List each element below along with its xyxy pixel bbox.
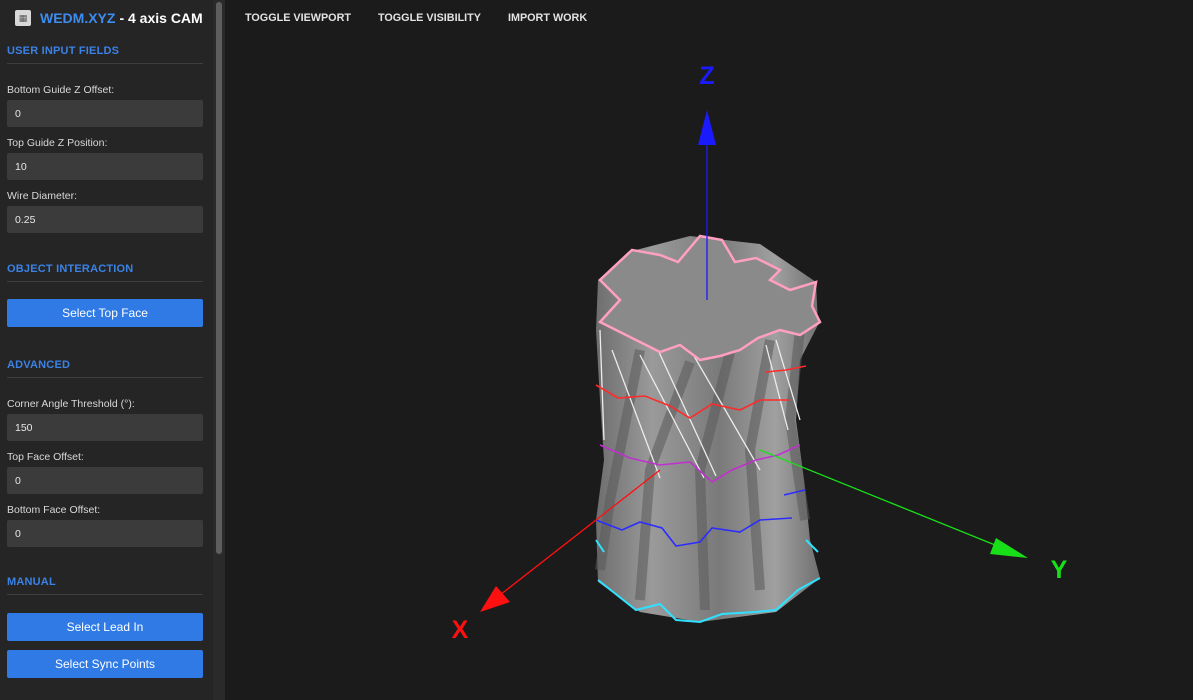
- bottom-face-offset-label: Bottom Face Offset:: [7, 504, 101, 516]
- sidebar-scrollbar[interactable]: [213, 0, 225, 700]
- 3d-viewport[interactable]: Z Y X: [225, 40, 1193, 700]
- section-title: USER INPUT FIELDS: [7, 45, 203, 64]
- top-face-offset-label: Top Face Offset:: [7, 451, 84, 463]
- select-lead-in-button[interactable]: Select Lead In: [7, 613, 203, 641]
- top-guide-z-position-label: Top Guide Z Position:: [7, 137, 108, 149]
- app-name: WEDM.XYZ: [40, 10, 116, 26]
- top-guide-z-position-input[interactable]: [7, 153, 203, 180]
- gear-model[interactable]: [595, 234, 822, 624]
- section-manual: MANUAL: [7, 576, 203, 595]
- scrollbar-thumb[interactable]: [216, 2, 222, 554]
- x-axis-label: X: [452, 616, 469, 644]
- y-axis-label: Y: [1051, 556, 1068, 584]
- y-axis-arrow: [990, 538, 1028, 558]
- section-advanced: ADVANCED: [7, 359, 203, 378]
- bottom-guide-z-offset-label: Bottom Guide Z Offset:: [7, 84, 115, 96]
- app-subtitle: - 4 axis CAM: [119, 10, 203, 26]
- toggle-viewport-button[interactable]: TOGGLE VIEWPORT: [245, 12, 351, 24]
- app-header: ▦ WEDM.XYZ - 4 axis CAM: [15, 8, 203, 28]
- z-axis-arrow: [698, 110, 716, 145]
- select-sync-points-button[interactable]: Select Sync Points: [7, 650, 203, 678]
- top-toolbar: TOGGLE VIEWPORT TOGGLE VISIBILITY IMPORT…: [245, 12, 614, 24]
- bottom-guide-z-offset-input[interactable]: [7, 100, 203, 127]
- section-object-interaction: OBJECT INTERACTION: [7, 263, 203, 282]
- section-title: MANUAL: [7, 576, 203, 595]
- sidebar: ▦ WEDM.XYZ - 4 axis CAM USER INPUT FIELD…: [0, 0, 213, 700]
- wire-diameter-label: Wire Diameter:: [7, 190, 78, 202]
- section-user-input: USER INPUT FIELDS: [7, 45, 203, 64]
- corner-angle-threshold-label: Corner Angle Threshold (°):: [7, 398, 135, 410]
- select-top-face-button[interactable]: Select Top Face: [7, 299, 203, 327]
- top-face-offset-input[interactable]: [7, 467, 203, 494]
- wire-diameter-input[interactable]: [7, 206, 203, 233]
- bottom-face-offset-input[interactable]: [7, 520, 203, 547]
- import-work-button[interactable]: IMPORT WORK: [508, 12, 587, 24]
- corner-angle-threshold-input[interactable]: [7, 414, 203, 441]
- section-title: OBJECT INTERACTION: [7, 263, 203, 282]
- toggle-visibility-button[interactable]: TOGGLE VISIBILITY: [378, 12, 481, 24]
- app-logo-icon: ▦: [15, 10, 31, 26]
- z-axis-label: Z: [699, 62, 714, 90]
- section-title: ADVANCED: [7, 359, 203, 378]
